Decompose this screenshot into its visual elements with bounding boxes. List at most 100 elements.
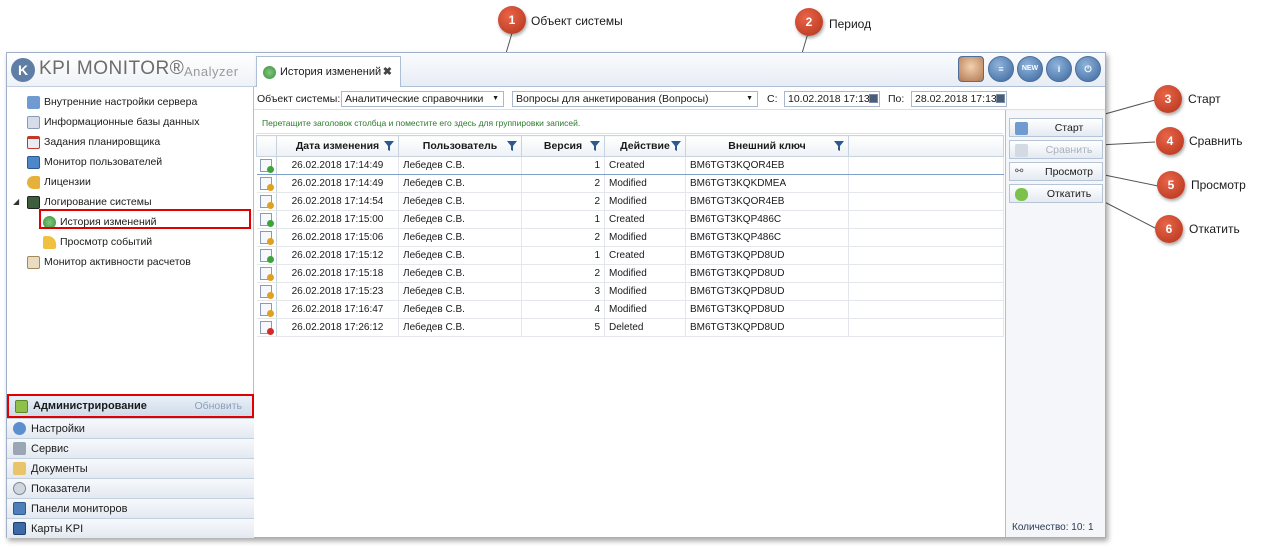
document-icon[interactable]: ≡ xyxy=(988,56,1014,82)
tree-item-user-monitor[interactable]: Монитор пользователей xyxy=(27,153,162,171)
nav-settings[interactable]: Настройки xyxy=(7,418,254,438)
cell-action: Modified xyxy=(604,300,686,319)
cell-external-key: BM6TGT3KQP486C xyxy=(685,228,849,247)
cell-action: Modified xyxy=(604,192,686,211)
cell-icon xyxy=(256,174,277,193)
cell-icon xyxy=(256,246,277,265)
table-row[interactable]: 26.02.2018 17:16:47 Лебедев С.В. 4 Modified… xyxy=(256,300,1004,319)
cell-icon xyxy=(256,264,277,283)
header-version[interactable]: Версия xyxy=(521,135,605,157)
info-icon[interactable]: i xyxy=(1046,56,1072,82)
group-panel-hint[interactable]: Перетащите заголовок столбца и поместите… xyxy=(256,112,1003,134)
cell-date: 26.02.2018 17:14:49 xyxy=(276,174,399,193)
cell-date: 26.02.2018 17:15:00 xyxy=(276,210,399,229)
header-date[interactable]: Дата изменения xyxy=(276,135,399,157)
tab-change-history[interactable]: История изменений ✖ xyxy=(256,56,401,87)
cell-date: 26.02.2018 17:15:18 xyxy=(276,264,399,283)
filter-icon[interactable] xyxy=(671,141,681,151)
log-icon xyxy=(27,195,40,209)
nav-service[interactable]: Сервис xyxy=(7,438,254,458)
nav-administration[interactable]: Администрирование Обновить xyxy=(7,394,254,418)
power-icon[interactable]: ⏻ xyxy=(1075,56,1101,82)
compare-icon xyxy=(1015,144,1028,157)
rollback-button[interactable]: Откатить xyxy=(1009,184,1103,203)
table-row[interactable]: 26.02.2018 17:15:06 Лебедев С.В. 2 Modified… xyxy=(256,228,1004,247)
refresh-link[interactable]: Обновить xyxy=(194,400,242,412)
cell-external-key: BM6TGT3KQPD8UD xyxy=(685,264,849,283)
modified-record-icon xyxy=(260,231,275,245)
header-external-key[interactable]: Внешний ключ xyxy=(685,135,849,157)
table-row[interactable]: 26.02.2018 17:26:12 Лебедев С.В. 5 Deleted B… xyxy=(256,318,1004,337)
nav-monitor-panels[interactable]: Панели мониторов xyxy=(7,498,254,518)
cell-action: Modified xyxy=(604,282,686,301)
callout-1: 1 xyxy=(498,6,526,34)
filter-icon[interactable] xyxy=(590,141,600,151)
table-row[interactable]: 26.02.2018 17:15:00 Лебедев С.В. 1 Created B… xyxy=(256,210,1004,229)
date-from-value: 10.02.2018 17:13 xyxy=(788,93,870,105)
tree-item-label: Задания планировщика xyxy=(44,136,161,148)
header-icon-col xyxy=(256,135,277,157)
tree-item-scheduler[interactable]: Задания планировщика xyxy=(27,133,160,151)
tree-item-event-viewer[interactable]: Просмотр событий xyxy=(43,233,152,251)
date-from-input[interactable]: 10.02.2018 17:13 xyxy=(784,91,880,107)
date-to-input[interactable]: 28.02.2018 17:13 xyxy=(911,91,1007,107)
calendar-picker-icon[interactable] xyxy=(996,94,1005,103)
callout-4: 4 xyxy=(1156,127,1184,155)
cell-version: 2 xyxy=(521,264,605,283)
chevron-down-icon: ▼ xyxy=(492,95,499,102)
cell-user: Лебедев С.В. xyxy=(398,318,522,337)
filter-icon[interactable] xyxy=(384,141,394,151)
cell-external-key: BM6TGT3KQPD8UD xyxy=(685,246,849,265)
header-user[interactable]: Пользователь xyxy=(398,135,522,157)
object-combo[interactable]: Аналитические справочники ▼ xyxy=(341,91,504,107)
header-action[interactable]: Действие xyxy=(604,135,686,157)
filter-icon[interactable] xyxy=(834,141,844,151)
tree-item-licenses[interactable]: Лицензии xyxy=(27,173,91,191)
start-button[interactable]: Старт xyxy=(1009,118,1103,137)
user-avatar[interactable] xyxy=(958,56,984,82)
cell-date: 26.02.2018 17:15:06 xyxy=(276,228,399,247)
cell-version: 3 xyxy=(521,282,605,301)
tree-item-label: Монитор активности расчетов xyxy=(44,256,191,268)
new-icon[interactable]: NEW xyxy=(1017,56,1043,82)
admin-icon xyxy=(15,399,28,413)
collapse-arrow-icon[interactable]: ◢ xyxy=(13,197,19,206)
deleted-record-icon xyxy=(260,321,275,335)
cell-user: Лебедев С.В. xyxy=(398,282,522,301)
history-icon xyxy=(263,65,276,79)
table-row[interactable]: 26.02.2018 17:15:18 Лебедев С.В. 2 Modified… xyxy=(256,264,1004,283)
cell-date: 26.02.2018 17:14:49 xyxy=(276,156,399,175)
subobject-combo[interactable]: Вопросы для анкетирования (Вопросы) ▼ xyxy=(512,91,758,107)
callout-6-label: Откатить xyxy=(1189,222,1240,236)
cell-date: 26.02.2018 17:14:54 xyxy=(276,192,399,211)
view-button[interactable]: ⚯ Просмотр xyxy=(1009,162,1103,181)
nav-kpi-maps[interactable]: Карты KPI xyxy=(7,518,254,538)
table-row[interactable]: 26.02.2018 17:14:49 Лебедев С.В. 2 Modified… xyxy=(256,174,1004,193)
database-icon xyxy=(27,115,40,129)
tree-item-databases[interactable]: Информационные базы данных xyxy=(27,113,199,131)
header-label: Дата изменения xyxy=(295,140,380,152)
nav-service-label: Сервис xyxy=(31,442,69,455)
callout-4-label: Сравнить xyxy=(1189,134,1243,148)
key-icon xyxy=(27,175,40,189)
compare-button[interactable]: Сравнить xyxy=(1009,140,1103,159)
table-row[interactable]: 26.02.2018 17:15:12 Лебедев С.В. 1 Created B… xyxy=(256,246,1004,265)
tools-icon xyxy=(13,442,26,455)
tree-item-server-settings[interactable]: Внутренние настройки сервера xyxy=(27,93,197,111)
tree-item-label: Информационные базы данных xyxy=(44,116,200,128)
cell-user: Лебедев С.В. xyxy=(398,300,522,319)
nav-documents[interactable]: Документы xyxy=(7,458,254,478)
nav-indicators[interactable]: Показатели xyxy=(7,478,254,498)
cell-date: 26.02.2018 17:15:12 xyxy=(276,246,399,265)
modified-record-icon xyxy=(260,177,275,191)
close-icon[interactable]: ✖ xyxy=(383,65,392,78)
table-row[interactable]: 26.02.2018 17:14:54 Лебедев С.В. 2 Modified… xyxy=(256,192,1004,211)
monitor-icon xyxy=(27,155,40,169)
table-row[interactable]: 26.02.2018 17:14:49 Лебедев С.В. 1 Created B… xyxy=(256,156,1004,175)
tree-item-label: Монитор пользователей xyxy=(44,156,163,168)
tree-item-calc-activity[interactable]: Монитор активности расчетов xyxy=(27,253,191,271)
undo-icon xyxy=(1015,188,1028,201)
table-row[interactable]: 26.02.2018 17:15:23 Лебедев С.В. 3 Modified… xyxy=(256,282,1004,301)
filter-icon[interactable] xyxy=(507,141,517,151)
calendar-picker-icon[interactable] xyxy=(869,94,878,103)
